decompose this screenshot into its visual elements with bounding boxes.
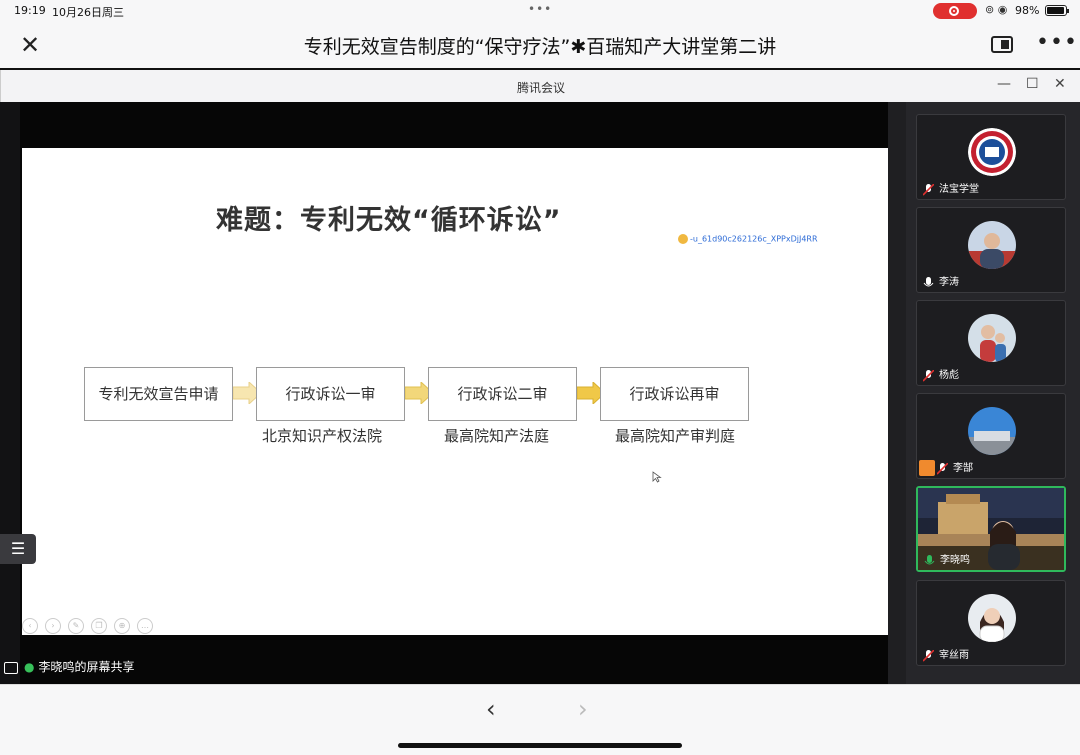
meeting-window: 腾讯会议 — ☐ ✕ 难题：专利无效“循环诉讼” -u_61d90c262126… (0, 68, 1080, 686)
sharer-name: 李晓鸣的屏幕共享 (38, 660, 135, 674)
picture-in-picture-icon[interactable] (991, 36, 1013, 53)
avatar (968, 128, 1016, 176)
meeting-titlebar: 腾讯会议 — ☐ ✕ (0, 70, 1080, 102)
flow-step-3: 行政诉讼二审 (428, 367, 577, 421)
flow-sublabel-4: 最高院知产审判庭 (615, 427, 736, 445)
slide-toolbar: ‹ › ✎ ❐ ⊕ … (22, 613, 160, 634)
flow-step-2: 行政诉讼一审 (256, 367, 405, 421)
home-indicator[interactable] (398, 743, 682, 748)
participant-name: 李郜 (953, 463, 973, 474)
avatar (968, 594, 1016, 642)
mic-muted-icon (937, 463, 948, 475)
lock-rotation-icon: ⊚ ◉ (985, 3, 1008, 16)
status-date: 10月26日周三 (52, 6, 124, 19)
seal-logo-icon (968, 128, 1016, 176)
list-menu-icon[interactable]: ☰ (0, 534, 36, 564)
record-icon (949, 6, 959, 16)
participant-tile[interactable]: 杨彪 (916, 300, 1066, 386)
participant-name: 李涛 (939, 277, 959, 288)
close-icon[interactable]: ✕ (20, 31, 40, 59)
flow-step-4: 行政诉讼再审 (600, 367, 749, 421)
status-bar: 19:19 10月26日周三 ••• ⊚ ◉ 98% (0, 0, 1080, 22)
emoji-icon (678, 234, 688, 244)
app-nav-bar: ✕ 专利无效宣告制度的“保守疗法”✱百瑞知产大讲堂第二讲 ••• (0, 22, 1080, 68)
battery-icon (1045, 5, 1069, 16)
avatar (968, 221, 1016, 269)
bottom-toolbar: ‹ › (0, 684, 1080, 755)
participant-tile[interactable]: 法宝学堂 (916, 114, 1066, 200)
participants-panel: 法宝学堂 李涛 杨彪 李郜 李晓鸣 宰丝雨 (906, 102, 1080, 686)
flow-step-1: 专利无效宣告申请 (84, 367, 233, 421)
prev-slide-icon[interactable]: ‹ (22, 618, 38, 634)
participant-tile[interactable]: 李郜 (916, 393, 1066, 479)
participant-name: 宰丝雨 (939, 650, 969, 661)
participant-name: 李晓鸣 (940, 555, 970, 566)
screen-record-indicator[interactable] (933, 3, 977, 19)
slide-watermark: -u_61d90c262126c_XPPxDjJ4RR (678, 234, 818, 244)
next-slide-icon[interactable]: › (45, 618, 61, 634)
screen-share-label: ● 李晓鸣的屏幕共享 (0, 658, 135, 682)
participant-tile[interactable]: 宰丝雨 (916, 580, 1066, 666)
building-photo-icon (968, 407, 1016, 455)
back-arrow-icon[interactable]: ‹ (486, 695, 496, 723)
participant-name: 杨彪 (939, 370, 959, 381)
window-close-button[interactable]: ✕ (1054, 76, 1066, 92)
forward-arrow-icon[interactable]: › (578, 695, 588, 723)
person-photo-icon (968, 221, 1016, 269)
copy-icon[interactable]: ❐ (91, 618, 107, 634)
participant-tile[interactable]: 李涛 (916, 207, 1066, 293)
mic-muted-icon (923, 184, 934, 196)
more-options-icon[interactable]: … (137, 618, 153, 634)
flow-sublabel-2: 北京知识产权法院 (262, 427, 383, 445)
mouse-cursor-icon (652, 471, 662, 483)
flow-sublabel-3: 最高院知产法庭 (444, 427, 550, 445)
mic-muted-icon (923, 370, 934, 382)
watermark-text: -u_61d90c262126c_XPPxDjJ4RR (690, 234, 818, 244)
avatar (968, 314, 1016, 362)
mic-on-icon (923, 277, 934, 287)
participant-name: 法宝学堂 (939, 184, 979, 195)
slide-heading: 难题：专利无效“循环诉讼” (216, 205, 562, 236)
status-time: 19:19 (14, 4, 46, 17)
avatar (968, 407, 1016, 455)
person-photo-icon (968, 314, 1016, 362)
page-title: 专利无效宣告制度的“保守疗法”✱百瑞知产大讲堂第二讲 (303, 36, 777, 58)
host-badge-icon (919, 460, 935, 476)
more-icon[interactable]: ••• (1036, 30, 1078, 55)
mic-on-icon (924, 555, 935, 565)
zoom-icon[interactable]: ⊕ (114, 618, 130, 634)
maximize-button[interactable]: ☐ (1026, 76, 1039, 92)
pen-icon[interactable]: ✎ (68, 618, 84, 634)
mic-muted-icon (923, 650, 934, 662)
battery-percent: 98% (1015, 4, 1040, 17)
meeting-app-title: 腾讯会议 (516, 81, 565, 95)
person-photo-icon (968, 594, 1016, 642)
mic-on-icon: ● (24, 660, 35, 674)
participant-tile-active[interactable]: 李晓鸣 (916, 486, 1066, 572)
screen-share-icon (4, 661, 18, 674)
left-strip (0, 102, 20, 686)
multitask-dots-icon[interactable]: ••• (528, 2, 552, 16)
presentation-slide: 难题：专利无效“循环诉讼” -u_61d90c262126c_XPPxDjJ4R… (22, 148, 888, 635)
minimize-button[interactable]: — (997, 76, 1011, 92)
